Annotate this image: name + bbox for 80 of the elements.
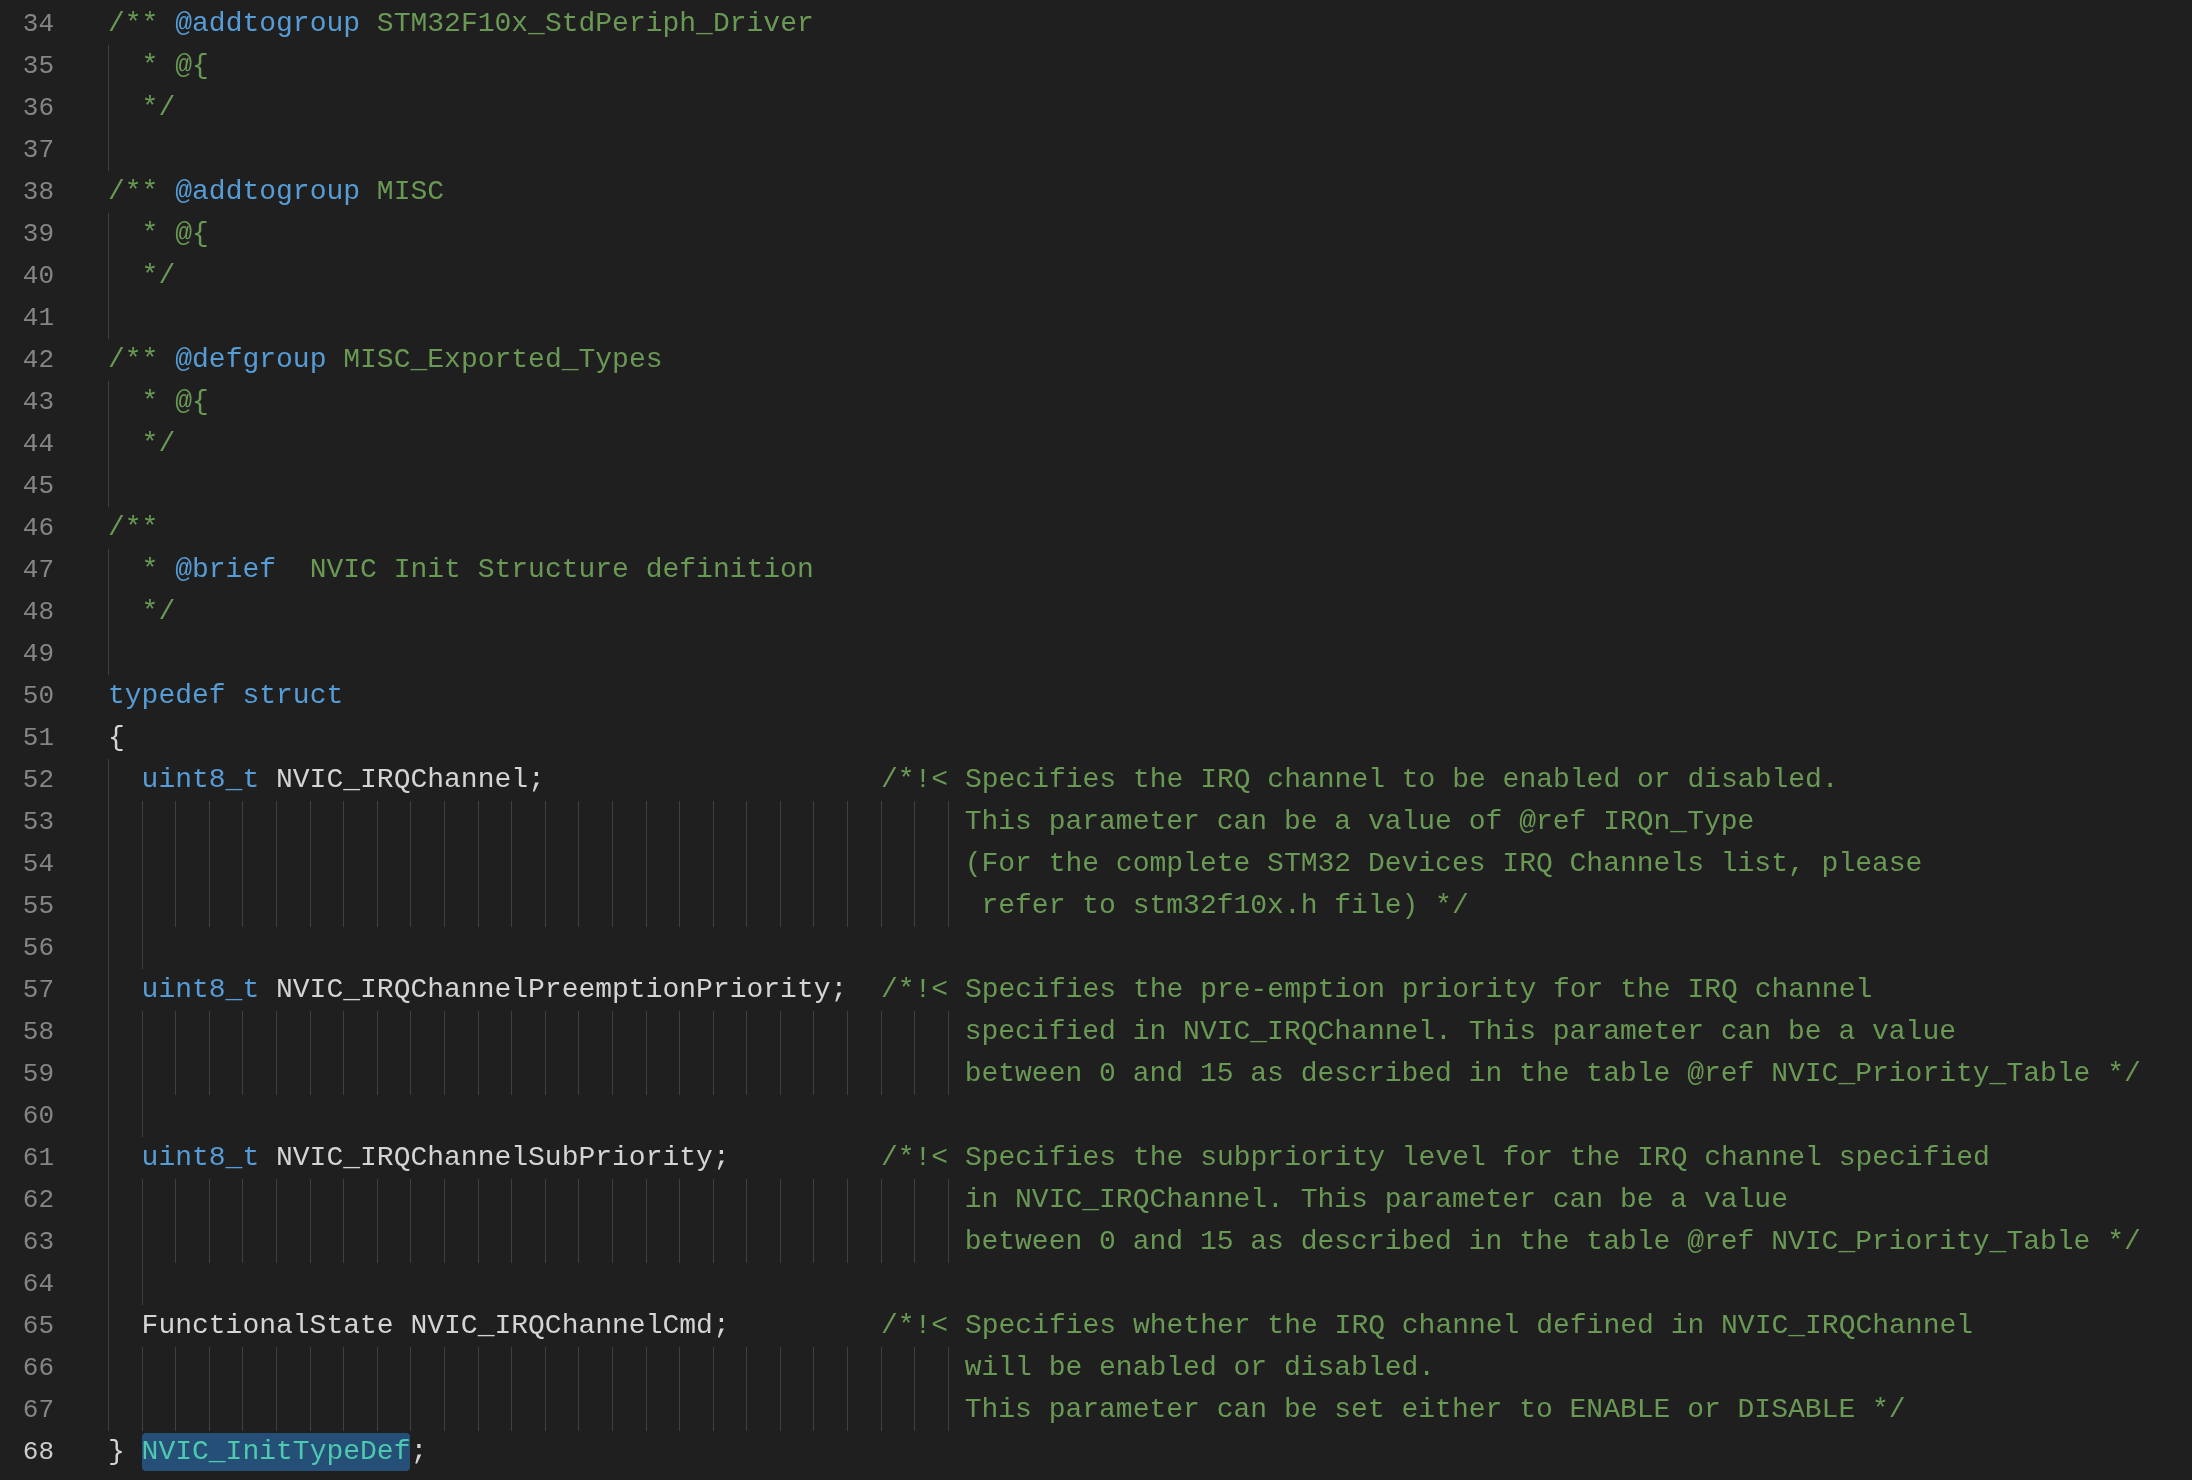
code-comment: /*!< Specifies the subpriority level for the IRQ channel specified <box>880 1141 1990 1175</box>
highlighted-type-name: NVIC_InitTypeDef <box>141 1433 411 1471</box>
code-comment: /** <box>108 511 159 545</box>
doc-tag: @defgroup <box>175 341 327 379</box>
line-number: 35 <box>21 50 54 83</box>
line-number: 41 <box>21 302 54 335</box>
keyword: typedef struct <box>108 679 344 713</box>
line-number: 60 <box>21 1100 54 1133</box>
code-comment: between 0 and 15 as described in the table @ref NVIC_Priority_Table */ <box>964 1225 2141 1259</box>
line-number: 46 <box>21 512 54 545</box>
line-number: 50 <box>21 680 54 713</box>
line-number: 63 <box>21 1226 54 1259</box>
code-comment: /*!< Specifies the IRQ channel to be enabled or disabled. <box>880 763 1839 797</box>
line-number: 42 <box>21 344 54 377</box>
line-number: 39 <box>21 218 54 251</box>
code-comment: NVIC Init Structure definition <box>308 553 814 587</box>
code-comment: between 0 and 15 as described in the table @ref NVIC_Priority_Table */ <box>964 1057 2141 1091</box>
code-comment: specified in NVIC_IRQChannel. This parameter can be a value <box>964 1015 1956 1049</box>
type-name: uint8_t <box>141 1141 261 1175</box>
line-number: 53 <box>21 806 54 839</box>
code-comment: * @{ <box>141 217 209 251</box>
type-name: uint8_t <box>141 973 261 1007</box>
line-number: 64 <box>21 1268 54 1301</box>
code-comment: (For the complete STM32 Devices IRQ Channels list, please <box>964 847 1923 881</box>
line-number: 43 <box>21 386 54 419</box>
doc-tag: @addtogroup <box>175 173 361 211</box>
line-number: 40 <box>21 260 54 293</box>
type-name: uint8_t <box>141 763 261 797</box>
code-text: NVIC_IRQChannelSubPriority; <box>276 1141 730 1175</box>
code-comment: This parameter can be a value of @ref IRQn_Type <box>964 805 1755 839</box>
line-number: 65 <box>21 1310 54 1343</box>
line-number: 68 <box>21 1436 54 1469</box>
code-comment: STM32F10x_StdPeriph_Driver <box>375 7 814 41</box>
code-comment: */ <box>141 91 176 125</box>
code-comment: /** <box>108 175 160 209</box>
line-number: 67 <box>21 1394 54 1427</box>
line-number: 48 <box>21 596 54 629</box>
line-number: 47 <box>21 554 54 587</box>
line-number: 59 <box>21 1058 54 1091</box>
line-number: 49 <box>21 638 54 671</box>
code-comment: /*!< Specifies whether the IRQ channel defined in NVIC_IRQChannel <box>880 1309 1974 1343</box>
code-comment: MISC <box>375 175 445 209</box>
code-text: FunctionalState NVIC_IRQChannelCmd; <box>141 1309 730 1343</box>
code-text: NVIC_IRQChannelPreemptionPriority; <box>276 973 848 1007</box>
code-text: } <box>108 1435 126 1469</box>
line-number: 56 <box>21 932 54 965</box>
doc-tag: @brief <box>175 551 277 589</box>
code-comment: */ <box>141 427 176 461</box>
code-comment: This parameter can be set either to ENABLE or DISABLE */ <box>964 1393 1906 1427</box>
line-number: 45 <box>21 470 54 503</box>
code-comment: /** <box>108 7 160 41</box>
line-number: 55 <box>21 890 54 923</box>
line-number: 57 <box>21 974 54 1007</box>
line-number: 58 <box>21 1016 54 1049</box>
code-comment: in NVIC_IRQChannel. This parameter can be a value <box>964 1183 1788 1217</box>
code-text: NVIC_IRQChannel; <box>276 763 545 797</box>
code-text: ; <box>410 1435 428 1469</box>
line-number: 52 <box>21 764 54 797</box>
code-comment: * <box>141 553 160 587</box>
code-comment: /*!< Specifies the pre-emption priority for the IRQ channel <box>880 973 1873 1007</box>
line-number: 44 <box>21 428 54 461</box>
line-number: 37 <box>21 134 54 167</box>
code-comment: /** <box>108 343 160 377</box>
code-comment: * @{ <box>141 385 209 419</box>
line-number: 51 <box>21 722 54 755</box>
line-number: 54 <box>21 848 54 881</box>
code-text: { <box>108 721 125 755</box>
line-number: 36 <box>21 92 54 125</box>
line-number: 62 <box>21 1184 54 1217</box>
doc-tag: @addtogroup <box>175 5 361 43</box>
line-number: 38 <box>21 176 54 209</box>
line-number: 66 <box>21 1352 54 1385</box>
code-comment: MISC_Exported_Types <box>342 343 663 377</box>
code-comment: refer to stm32f10x.h file) */ <box>980 889 1469 923</box>
line-number: 34 <box>21 8 54 41</box>
code-comment: * @{ <box>141 49 209 83</box>
code-comment: */ <box>141 259 176 293</box>
code-comment: */ <box>141 595 176 629</box>
code-comment: will be enabled or disabled. <box>964 1351 1436 1385</box>
line-number: 61 <box>21 1142 54 1175</box>
